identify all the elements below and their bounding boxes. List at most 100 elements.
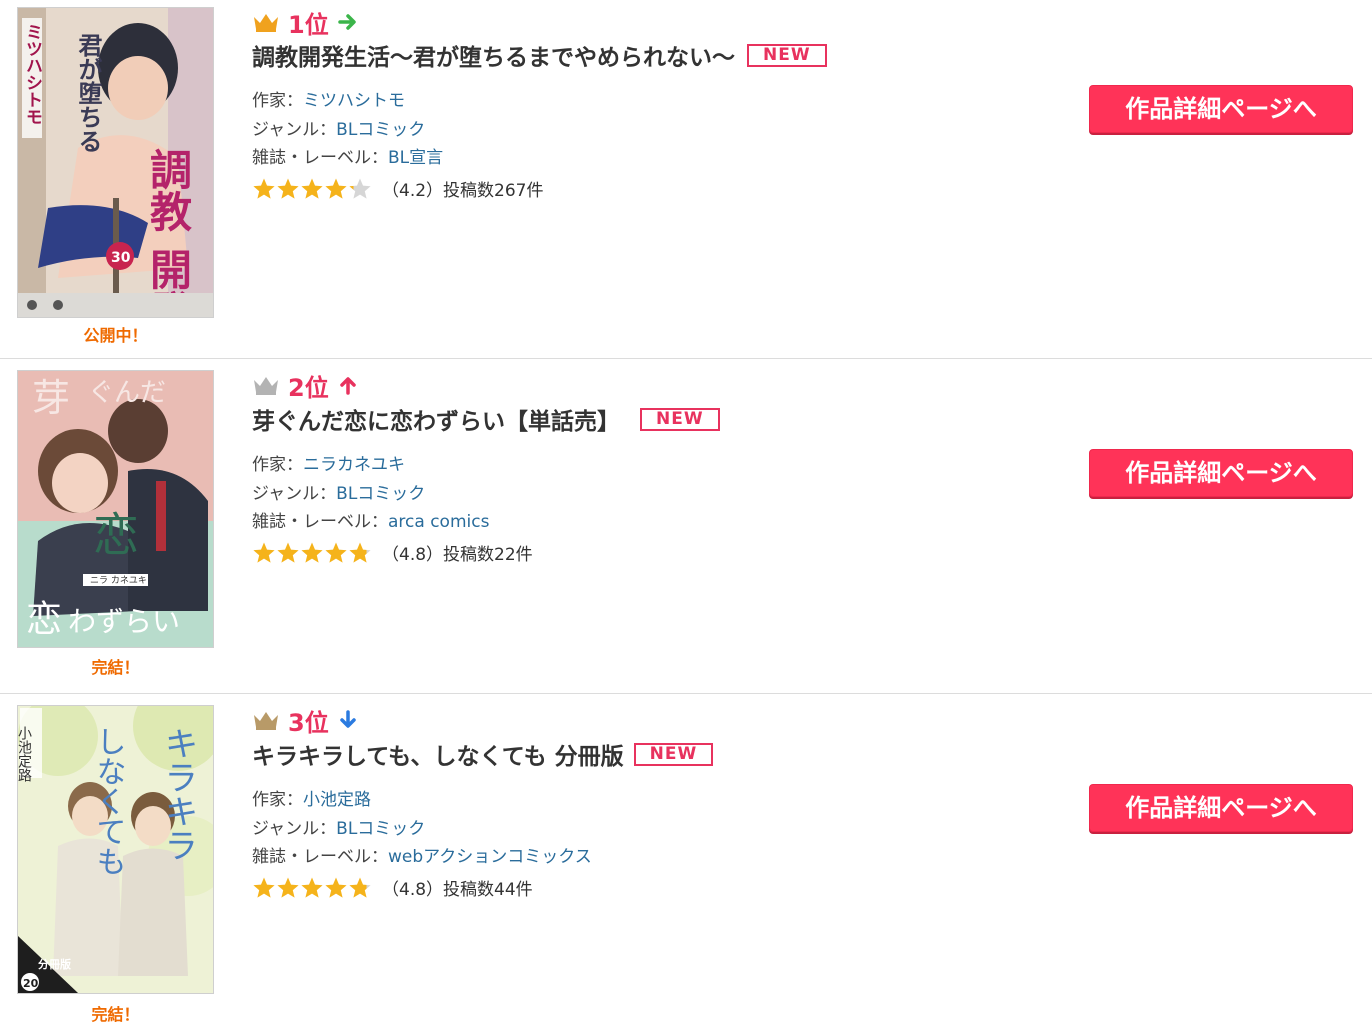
svg-text:キラキラ: キラキラ <box>158 726 198 862</box>
rank-heading: 1位 <box>252 6 359 39</box>
book-cover[interactable]: 芽 ぐんだ 恋 ニラ カネユキ 恋 わずらい <box>17 370 214 648</box>
svg-text:ミツハシトモ: ミツハシトモ <box>22 23 43 125</box>
rating-text: （4.2）投稿数267件 <box>382 181 544 201</box>
star-rating <box>252 177 372 200</box>
genre-label: ジャンル： <box>252 120 337 140</box>
status-label: 完結！ <box>91 658 140 677</box>
status-label: 完結！ <box>91 1005 140 1024</box>
star-icon <box>253 542 275 563</box>
svg-text:芽: 芽 <box>32 376 70 420</box>
star-icon <box>301 877 323 898</box>
author-label: 作家： <box>252 91 303 111</box>
svg-text:君が堕ちる: 君が堕ちる <box>74 33 102 153</box>
star-icon <box>253 877 275 898</box>
svg-text:20: 20 <box>23 977 39 990</box>
star-rating <box>252 876 372 899</box>
genre-link[interactable]: BLコミック <box>336 120 425 140</box>
book-cover[interactable]: 小池定路 キラキラ しなくても 20 分冊版 <box>17 705 214 994</box>
star-icon <box>277 877 299 898</box>
svg-text:小池定路: 小池定路 <box>18 726 32 782</box>
label-link[interactable]: arca comics <box>388 512 489 532</box>
detail-page-button[interactable]: 作品詳細ページへ <box>1089 449 1353 497</box>
bronze-crown-icon <box>254 712 278 730</box>
detail-page-button[interactable]: 作品詳細ページへ <box>1089 85 1353 133</box>
author-row: 作家：小池定路 <box>252 785 371 810</box>
star-icon <box>349 178 371 199</box>
star-icon <box>349 542 371 563</box>
work-title[interactable]: 調教開発生活～君が堕ちるまでやめられない～ <box>252 38 735 72</box>
silver-crown-icon <box>254 377 278 395</box>
book-cover[interactable]: 30 調教 開発 ミツハシトモ 君が堕ちる <box>17 7 214 318</box>
gold-crown-icon <box>254 14 278 32</box>
svg-text:恋: 恋 <box>26 599 62 640</box>
author-row: 作家：ニラカネユキ <box>252 450 405 475</box>
label-row: 雑誌・レーベル：arca comics <box>252 507 489 532</box>
star-icon <box>325 877 347 898</box>
detail-page-button[interactable]: 作品詳細ページへ <box>1089 784 1353 832</box>
svg-text:調教: 調教 <box>144 148 193 232</box>
star-rating <box>252 541 372 564</box>
star-icon <box>253 178 275 199</box>
title-row: 芽ぐんだ恋に恋わずらい【単話売】 NEW <box>252 402 720 436</box>
rank-number: 1位 <box>288 10 329 39</box>
star-icon <box>277 178 299 199</box>
cover-image: 芽 ぐんだ 恋 ニラ カネユキ 恋 わずらい <box>18 371 213 647</box>
star-icon <box>301 542 323 563</box>
genre-label: ジャンル： <box>252 484 337 504</box>
author-link[interactable]: 小池定路 <box>303 790 371 810</box>
author-link[interactable]: ミツハシトモ <box>303 91 405 111</box>
label-label: 雑誌・レーベル： <box>252 512 388 532</box>
work-title[interactable]: 芽ぐんだ恋に恋わずらい【単話売】 <box>252 402 620 436</box>
author-row: 作家：ミツハシトモ <box>252 86 405 111</box>
genre-row: ジャンル：BLコミック <box>252 479 425 504</box>
genre-link[interactable]: BLコミック <box>336 819 425 839</box>
new-badge: NEW <box>633 742 714 766</box>
rating-row: （4.8）投稿数22件 <box>252 540 533 565</box>
label-link[interactable]: webアクションコミックス <box>388 847 592 867</box>
new-badge: NEW <box>640 407 720 431</box>
author-label: 作家： <box>252 455 303 475</box>
ranking-item: 芽 ぐんだ 恋 ニラ カネユキ 恋 わずらい 完結！ 2位 芽ぐんだ恋に恋わずら… <box>0 359 1372 693</box>
svg-text:わずらい: わずらい <box>68 605 180 638</box>
genre-row: ジャンル：BLコミック <box>252 115 425 140</box>
label-link[interactable]: BL宣言 <box>388 148 443 168</box>
new-badge: NEW <box>747 43 827 67</box>
svg-text:分冊版: 分冊版 <box>38 957 71 971</box>
svg-text:ニラ カネユキ: ニラ カネユキ <box>90 575 147 586</box>
label-label: 雑誌・レーベル： <box>252 148 388 168</box>
label-row: 雑誌・レーベル：BL宣言 <box>252 143 443 168</box>
ranking-item: 30 調教 開発 ミツハシトモ 君が堕ちる 公開中！ 1位 調教開発生活～君が堕… <box>0 0 1372 358</box>
genre-label: ジャンル： <box>252 819 337 839</box>
title-row: 調教開発生活～君が堕ちるまでやめられない～ NEW <box>252 38 827 72</box>
rating-text: （4.8）投稿数22件 <box>382 545 533 565</box>
star-icon <box>277 542 299 563</box>
cover-image: 小池定路 キラキラ しなくても 20 分冊版 <box>18 706 213 993</box>
rank-heading: 2位 <box>252 369 359 402</box>
rank-heading: 3位 <box>252 704 359 737</box>
status-label: 公開中！ <box>83 326 148 345</box>
author-link[interactable]: ニラカネユキ <box>303 455 405 475</box>
ranking-item: 小池定路 キラキラ しなくても 20 分冊版 完結！ 3位 キラキラしても、しな… <box>0 694 1372 1035</box>
genre-link[interactable]: BLコミック <box>336 484 425 504</box>
genre-row: ジャンル：BLコミック <box>252 814 425 839</box>
star-icon <box>325 178 347 199</box>
star-icon <box>325 542 347 563</box>
work-title[interactable]: キラキラしても、しなくても 分冊版 <box>252 737 624 771</box>
right-arrow-icon <box>337 14 356 30</box>
rank-number: 2位 <box>288 373 329 402</box>
cover-image: 30 調教 開発 ミツハシトモ 君が堕ちる <box>18 8 213 317</box>
svg-text:ぐんだ: ぐんだ <box>88 378 166 408</box>
label-label: 雑誌・レーベル： <box>252 847 388 867</box>
star-icon <box>349 877 371 898</box>
up-arrow-icon <box>339 377 356 395</box>
svg-text:30: 30 <box>111 250 131 266</box>
label-row: 雑誌・レーベル：webアクションコミックス <box>252 842 592 867</box>
author-label: 作家： <box>252 790 303 810</box>
title-row: キラキラしても、しなくても 分冊版 NEW <box>252 737 714 771</box>
down-arrow-icon <box>339 710 356 728</box>
rating-row: （4.8）投稿数44件 <box>252 875 533 900</box>
rank-number: 3位 <box>288 708 329 737</box>
svg-text:恋: 恋 <box>93 508 139 562</box>
star-icon <box>301 178 323 199</box>
rating-text: （4.8）投稿数44件 <box>382 880 533 900</box>
